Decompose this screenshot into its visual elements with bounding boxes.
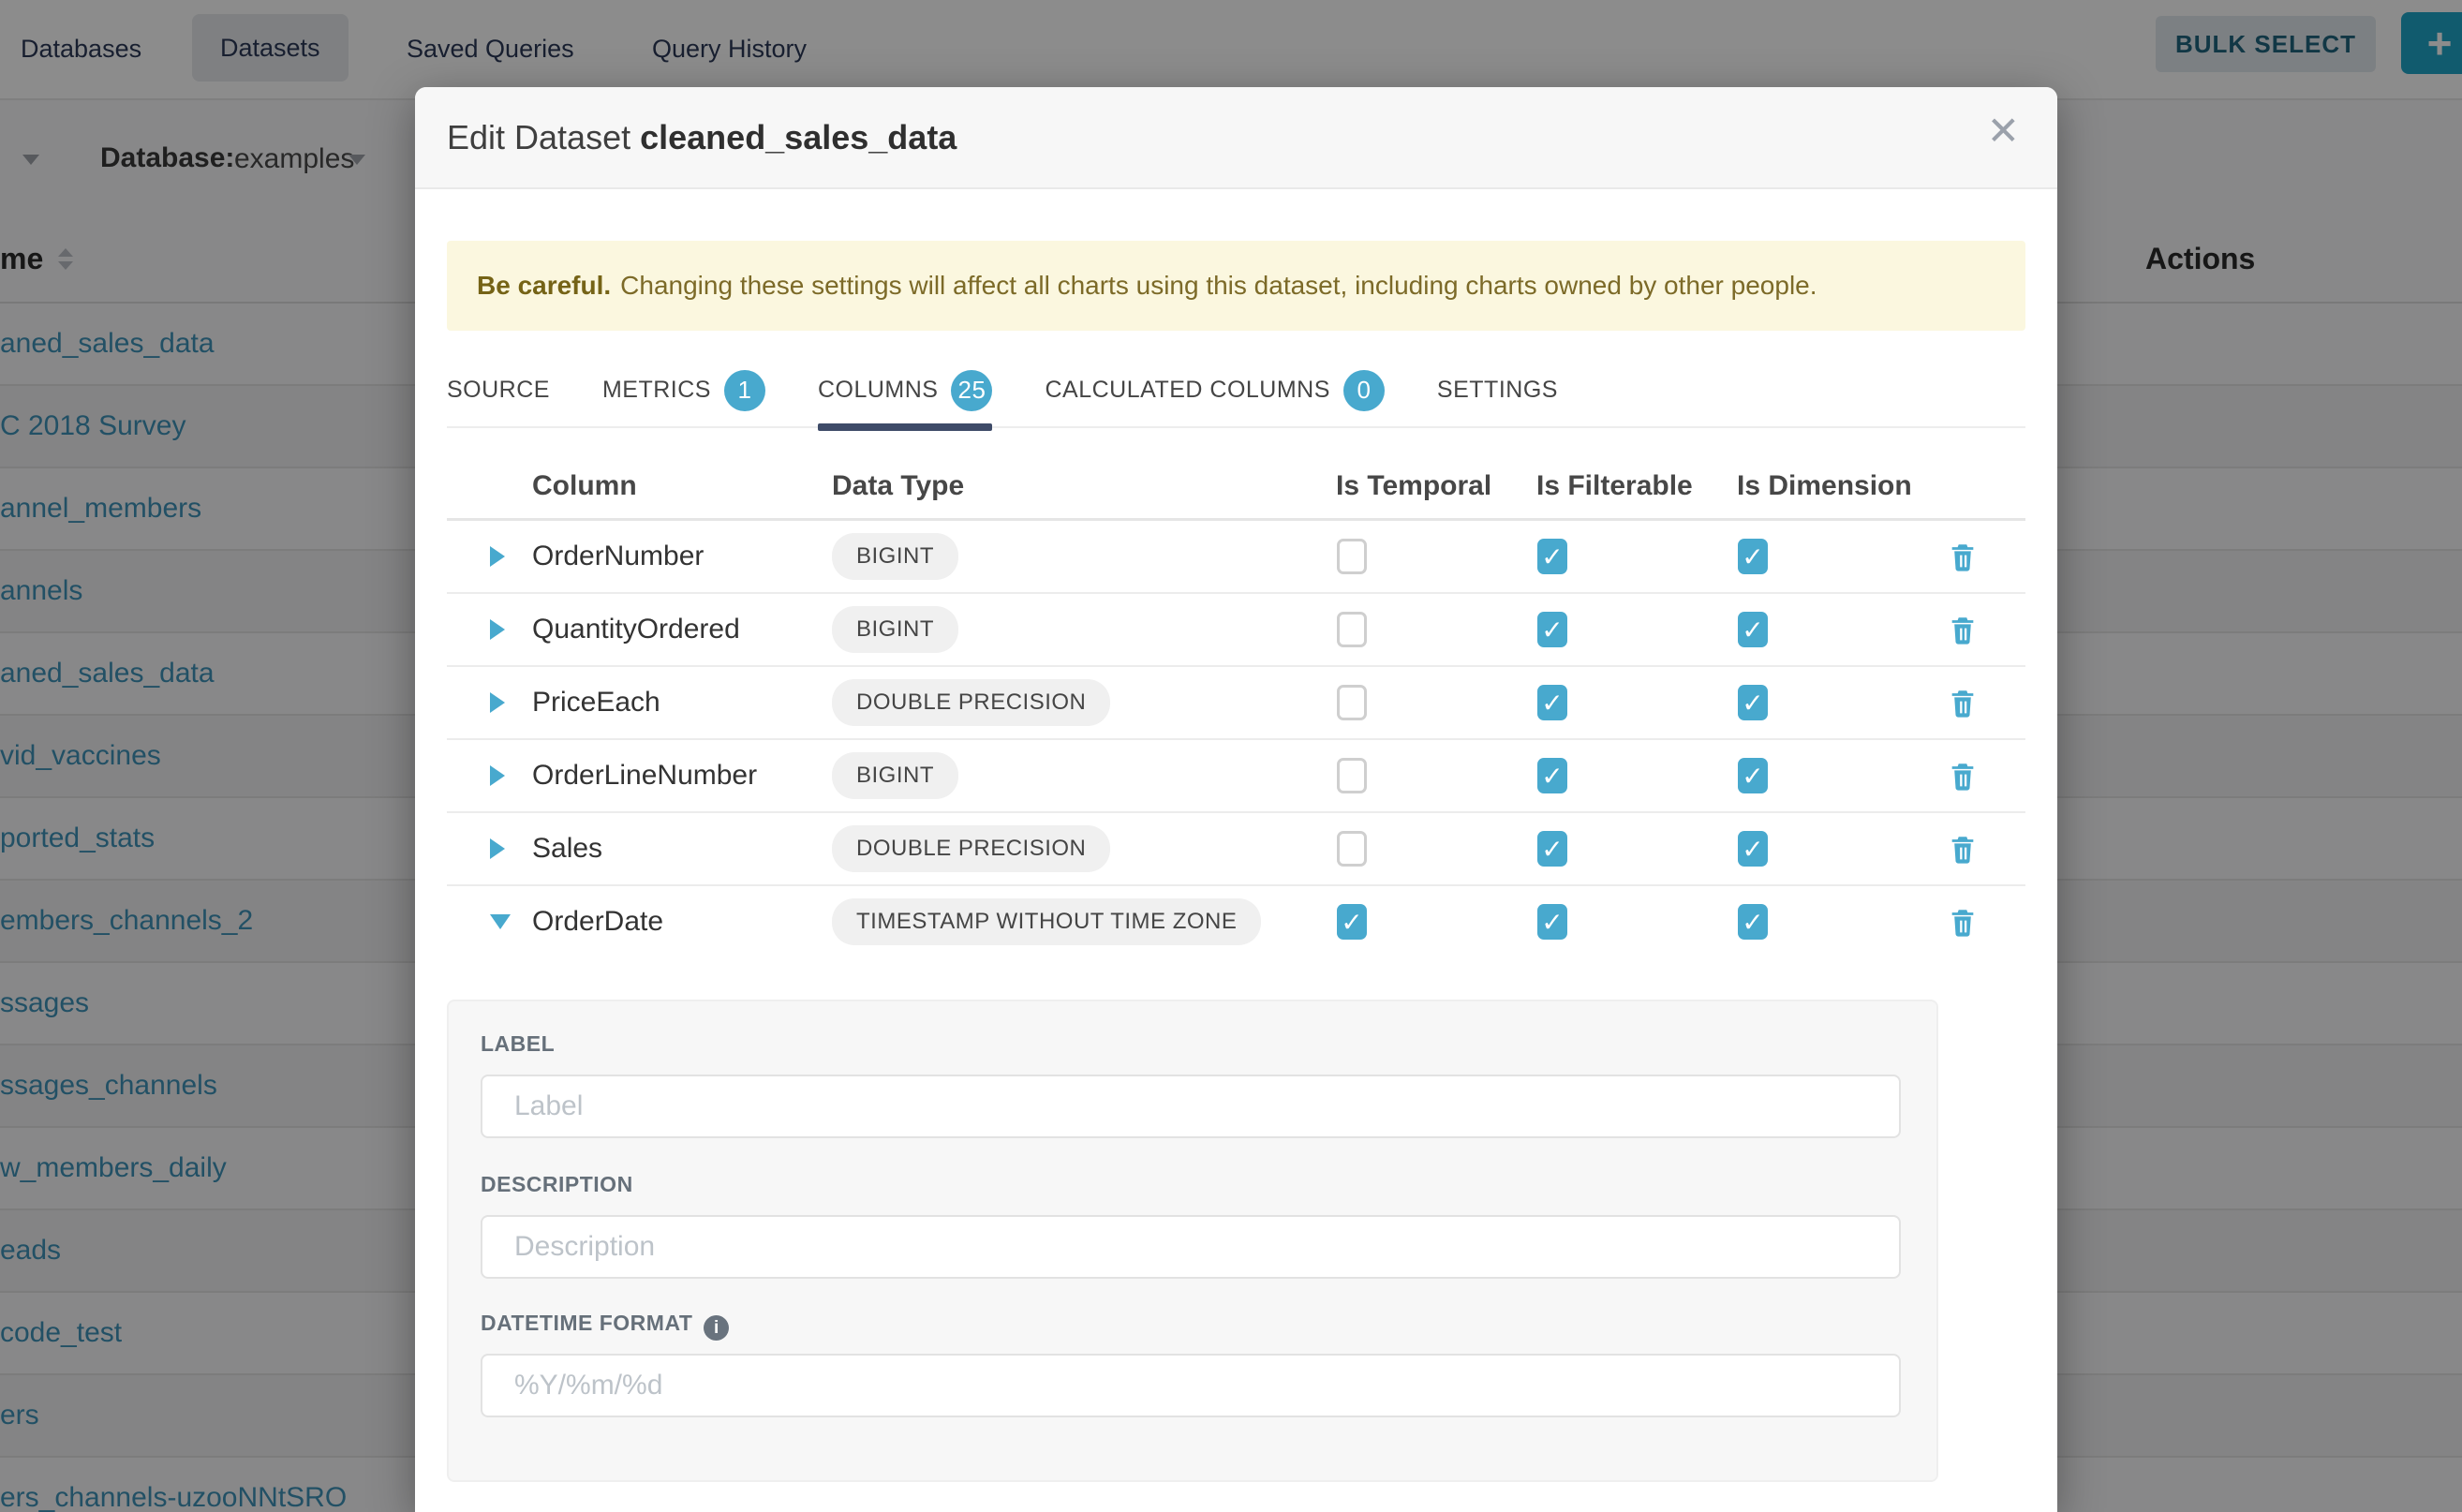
delete-column-icon[interactable] [1947, 758, 1979, 793]
is-filterable-checkbox[interactable] [1537, 612, 1567, 647]
column-name: QuantityOrdered [532, 614, 740, 645]
edit-dataset-modal: Edit Datasetcleaned_sales_data ✕ Be care… [415, 87, 2057, 1512]
tab-label: METRICS [602, 377, 711, 404]
tab[interactable]: SOURCE [447, 354, 550, 426]
datetime-format-input[interactable] [481, 1354, 1901, 1417]
column-row: PriceEach DOUBLE PRECISION [447, 667, 2025, 740]
column-row: OrderDate TIMESTAMP WITHOUT TIME ZONE [447, 886, 2025, 957]
delete-column-icon[interactable] [1947, 612, 1979, 647]
modal-tabs: SOURCE METRICS 1 COLUMNS 25 CALCULATED C… [447, 354, 2025, 428]
is-temporal-checkbox[interactable] [1337, 758, 1367, 793]
column-row: OrderLineNumber BIGINT [447, 740, 2025, 813]
header-is-dimension: Is Dimension [1737, 470, 1912, 502]
tab-label: SOURCE [447, 377, 550, 404]
tab-label: SETTINGS [1437, 377, 1558, 404]
data-type-pill: DOUBLE PRECISION [832, 679, 1110, 726]
expand-caret-icon[interactable] [490, 619, 505, 640]
info-icon[interactable]: i [704, 1315, 729, 1341]
column-name: OrderDate [532, 906, 663, 938]
expand-caret-icon[interactable] [490, 914, 511, 929]
tab[interactable]: SETTINGS [1437, 354, 1558, 426]
label-field-label: LABEL [481, 1031, 555, 1057]
close-icon[interactable]: ✕ [1987, 111, 2020, 151]
delete-column-icon[interactable] [1947, 904, 1979, 940]
datetime-format-field-label: DATETIME FORMATi [481, 1311, 729, 1341]
tab[interactable]: METRICS 1 [602, 354, 765, 426]
warning-bold-text: Be careful. [477, 271, 611, 301]
is-temporal-checkbox[interactable] [1337, 685, 1367, 720]
tab-count-badge: 1 [724, 370, 765, 411]
data-type-pill: BIGINT [832, 606, 958, 653]
label-input[interactable] [481, 1075, 1901, 1138]
warning-text: Changing these settings will affect all … [620, 271, 1817, 301]
column-name: PriceEach [532, 687, 660, 719]
is-dimension-checkbox[interactable] [1738, 831, 1768, 867]
delete-column-icon[interactable] [1947, 539, 1979, 574]
expand-caret-icon[interactable] [490, 692, 505, 713]
description-input[interactable] [481, 1215, 1901, 1279]
header-is-filterable: Is Filterable [1536, 470, 1693, 502]
tab-count-badge: 0 [1343, 370, 1385, 411]
data-type-pill: TIMESTAMP WITHOUT TIME ZONE [832, 898, 1261, 945]
columns-table-header: Column Data Type Is Temporal Is Filterab… [447, 457, 2025, 521]
tab-count-badge: 25 [951, 370, 992, 411]
column-row: Sales DOUBLE PRECISION [447, 813, 2025, 886]
column-name: OrderLineNumber [532, 760, 757, 792]
modal-header: Edit Datasetcleaned_sales_data ✕ [415, 87, 2057, 189]
column-row: OrderNumber BIGINT [447, 521, 2025, 594]
header-column: Column [532, 470, 637, 502]
app-screen: Databases Datasets Saved Queries Query H… [0, 0, 2462, 1512]
is-dimension-checkbox[interactable] [1738, 685, 1768, 720]
header-data-type: Data Type [832, 470, 964, 502]
is-dimension-checkbox[interactable] [1738, 758, 1768, 793]
is-filterable-checkbox[interactable] [1537, 685, 1567, 720]
tab[interactable]: CALCULATED COLUMNS 0 [1045, 354, 1384, 426]
expand-caret-icon[interactable] [490, 546, 505, 567]
is-dimension-checkbox[interactable] [1738, 904, 1768, 940]
is-temporal-checkbox[interactable] [1337, 831, 1367, 867]
data-type-pill: BIGINT [832, 533, 958, 580]
columns-table: OrderNumber BIGINT QuantityOrdered BIGIN… [447, 521, 2025, 957]
expand-caret-icon[interactable] [490, 765, 505, 786]
is-dimension-checkbox[interactable] [1738, 612, 1768, 647]
description-field-label: DESCRIPTION [481, 1172, 633, 1197]
warning-banner: Be careful. Changing these settings will… [447, 241, 2025, 331]
is-filterable-checkbox[interactable] [1537, 904, 1567, 940]
is-filterable-checkbox[interactable] [1537, 758, 1567, 793]
header-is-temporal: Is Temporal [1336, 470, 1491, 502]
is-filterable-checkbox[interactable] [1537, 831, 1567, 867]
column-row: QuantityOrdered BIGINT [447, 594, 2025, 667]
data-type-pill: DOUBLE PRECISION [832, 825, 1110, 872]
column-name: OrderNumber [532, 541, 704, 572]
expand-caret-icon[interactable] [490, 838, 505, 859]
column-detail-panel: LABEL DESCRIPTION DATETIME FORMATi [447, 1000, 1938, 1482]
tab-label: CALCULATED COLUMNS [1045, 377, 1329, 404]
is-temporal-checkbox[interactable] [1337, 539, 1367, 574]
delete-column-icon[interactable] [1947, 685, 1979, 720]
is-filterable-checkbox[interactable] [1537, 539, 1567, 574]
tab[interactable]: COLUMNS 25 [818, 354, 993, 426]
tab-label: COLUMNS [818, 377, 939, 404]
data-type-pill: BIGINT [832, 752, 958, 799]
delete-column-icon[interactable] [1947, 831, 1979, 867]
modal-title: Edit Datasetcleaned_sales_data [447, 87, 957, 187]
is-dimension-checkbox[interactable] [1738, 539, 1768, 574]
column-name: Sales [532, 833, 602, 865]
dataset-name: cleaned_sales_data [640, 118, 957, 156]
is-temporal-checkbox[interactable] [1337, 904, 1367, 940]
is-temporal-checkbox[interactable] [1337, 612, 1367, 647]
